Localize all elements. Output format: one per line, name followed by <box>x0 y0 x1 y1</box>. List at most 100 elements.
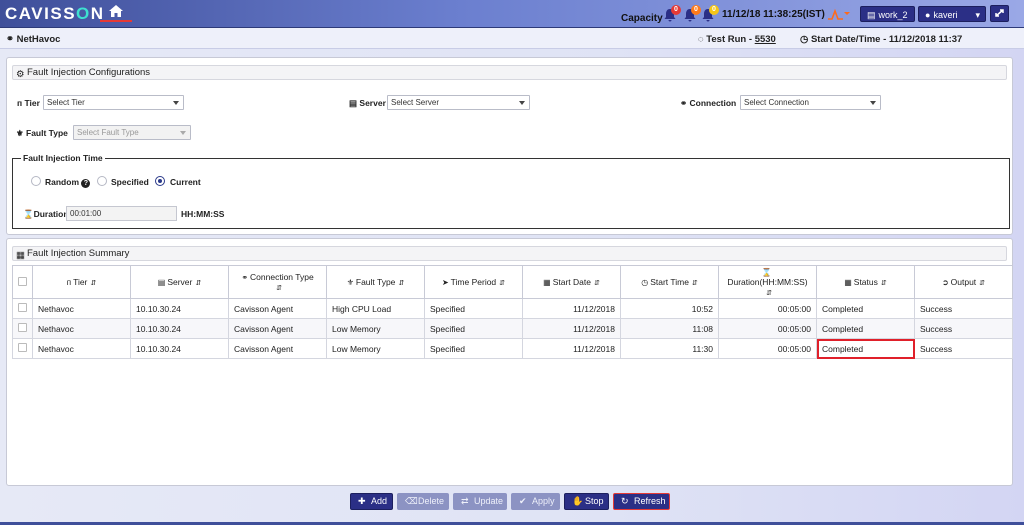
col-connection-type[interactable]: ⚭ Connection Type ⇵ <box>228 265 327 299</box>
test-run-link[interactable]: 5530 <box>755 34 776 45</box>
shuffle-icon: ⇄ <box>461 496 469 506</box>
bell-count-badge: 0 <box>671 5 681 15</box>
cell-tier: Nethavoc <box>32 318 131 339</box>
col-start-date[interactable]: ▦ Start Date ⇵ <box>522 265 621 299</box>
col-duration[interactable]: ⌛ Duration(HH:MM:SS) ⇵ <box>718 265 817 299</box>
server-icon: ▤ <box>349 98 358 108</box>
cell-start-time: 11:30 <box>620 338 719 359</box>
tier-icon: ᴨ <box>17 98 23 108</box>
user-menu-button[interactable]: ● kaveri ▾ <box>918 6 986 22</box>
capacity-label: Capacity <box>621 13 663 24</box>
home-button[interactable] <box>100 3 132 22</box>
logo-text-left: CAVISS <box>5 4 77 23</box>
duration-label: ⌛Duration <box>23 209 69 220</box>
select-all-checkbox[interactable] <box>18 276 27 286</box>
col-tier[interactable]: ᴨ Tier ⇵ <box>32 265 131 299</box>
refresh-button-label: Refresh <box>634 496 666 506</box>
radio-specified[interactable] <box>97 176 107 186</box>
connection-label-text: Connection <box>689 98 737 108</box>
tier-label-text: Tier <box>24 98 40 108</box>
cavisson-logo: CAVISSON <box>5 4 105 24</box>
col-time-period[interactable]: ➤ Time Period ⇵ <box>424 265 523 299</box>
col-output[interactable]: ➲ Output ⇵ <box>914 265 1013 299</box>
tier-select[interactable]: Select Tier <box>43 95 184 110</box>
table-row[interactable]: Nethavoc 10.10.30.24 Cavisson Agent Low … <box>12 318 1013 339</box>
table-row[interactable]: Nethavoc 10.10.30.24 Cavisson Agent Low … <box>12 338 1013 359</box>
page-title-text: NetHavoc <box>16 34 61 45</box>
send-icon: ➤ <box>441 278 449 287</box>
table-icon: ▦ <box>16 250 25 261</box>
col-server-label: Server <box>167 277 193 287</box>
col-start-time[interactable]: ◷ Start Time ⇵ <box>620 265 719 299</box>
critical-alerts-bell[interactable]: 0 <box>663 5 681 24</box>
refresh-button[interactable]: ↻ Refresh <box>613 493 670 510</box>
cell-status: Completed <box>816 318 915 339</box>
sort-icon: ⇵ <box>766 290 772 297</box>
row-checkbox-cell <box>12 298 33 319</box>
caret-down-icon <box>519 101 525 105</box>
table-row[interactable]: Nethavoc 10.10.30.24 Cavisson Agent High… <box>12 298 1013 319</box>
apply-button-label: Apply <box>532 496 555 506</box>
fault-type-select-value: Select Fault Type <box>77 128 139 137</box>
server-label: ▤ Server <box>349 98 386 109</box>
cell-tier: Nethavoc <box>32 298 131 319</box>
fault-injection-time-group: Fault Injection Time Random ? Specified … <box>12 153 1010 229</box>
row-checkbox-cell <box>12 318 33 339</box>
row-checkbox[interactable] <box>18 323 27 332</box>
hand-stop-icon: ✋ <box>572 496 584 506</box>
fault-type-select[interactable]: Select Fault Type <box>73 125 191 140</box>
summary-panel: ▦ Fault Injection Summary ᴨ Tier ⇵ ▤ Server… <box>6 238 1013 486</box>
workspace-button[interactable]: ▤ work_2 <box>860 6 915 22</box>
cell-duration: 00:05:00 <box>718 318 817 339</box>
col-fault-type[interactable]: ⚜ Fault Type ⇵ <box>326 265 425 299</box>
row-checkbox[interactable] <box>18 303 27 312</box>
radio-current[interactable] <box>155 176 165 186</box>
server-label-text: Server <box>359 98 386 108</box>
update-button[interactable]: ⇄ Update <box>453 493 507 510</box>
fullscreen-button[interactable] <box>990 5 1009 22</box>
cell-start-date: 11/12/2018 <box>522 318 621 339</box>
help-icon[interactable]: ? <box>81 179 91 188</box>
sort-icon: ⇵ <box>880 280 887 287</box>
sort-icon: ⇵ <box>195 280 202 287</box>
cell-connection-type: Cavisson Agent <box>228 298 327 319</box>
radio-random-label: Random ? <box>45 177 91 188</box>
col-server[interactable]: ▤ Server ⇵ <box>130 265 229 299</box>
sign-out-icon: ➲ <box>941 278 949 287</box>
select-all-header <box>12 265 33 299</box>
col-status-label: Status <box>853 277 878 287</box>
map-icon: ▦ <box>844 278 852 287</box>
add-button[interactable]: ✚ Add <box>350 493 393 510</box>
col-status[interactable]: ▦ Status ⇵ <box>816 265 915 299</box>
home-icon <box>109 5 123 17</box>
server-select[interactable]: Select Server <box>387 95 530 110</box>
delete-button[interactable]: ⌫ Delete <box>397 493 449 510</box>
major-alerts-bell[interactable]: 0 <box>683 5 701 24</box>
row-checkbox[interactable] <box>18 343 27 352</box>
col-start-date-label: Start Date <box>552 277 591 287</box>
cell-tier: Nethavoc <box>32 338 131 359</box>
config-panel-title: Fault Injection Configurations <box>27 67 151 78</box>
cell-server: 10.10.30.24 <box>130 338 229 359</box>
alert-status-button[interactable] <box>827 7 851 21</box>
cell-output: Success <box>914 338 1013 359</box>
cell-time-period: Specified <box>424 298 523 319</box>
minor-alerts-bell[interactable]: 0 <box>701 5 719 24</box>
connection-select[interactable]: Select Connection <box>740 95 881 110</box>
radio-random[interactable] <box>31 176 41 186</box>
list-icon: ▤ <box>867 10 876 20</box>
config-panel-header: ⚙ Fault Injection Configurations <box>12 65 1007 80</box>
duration-label-text: Duration <box>33 209 69 219</box>
col-connection-type-label: Connection Type <box>250 272 314 282</box>
col-fault-type-label: Fault Type <box>355 277 396 287</box>
user-label: kaveri <box>933 10 958 20</box>
expand-icon <box>995 9 1004 17</box>
tier-icon: ᴨ <box>66 278 72 287</box>
cell-start-time: 10:52 <box>620 298 719 319</box>
fault-summary-table: ᴨ Tier ⇵ ▤ Server ⇵ ⚭ Connection Type ⇵ ⚜ Fault… <box>12 265 1013 359</box>
duration-format-label: HH:MM:SS <box>181 209 225 219</box>
duration-input[interactable]: 00:01:00 <box>66 206 177 221</box>
stop-button[interactable]: ✋ Stop <box>564 493 609 510</box>
calendar-icon: ▦ <box>543 278 551 287</box>
apply-button[interactable]: ✔ Apply <box>511 493 560 510</box>
